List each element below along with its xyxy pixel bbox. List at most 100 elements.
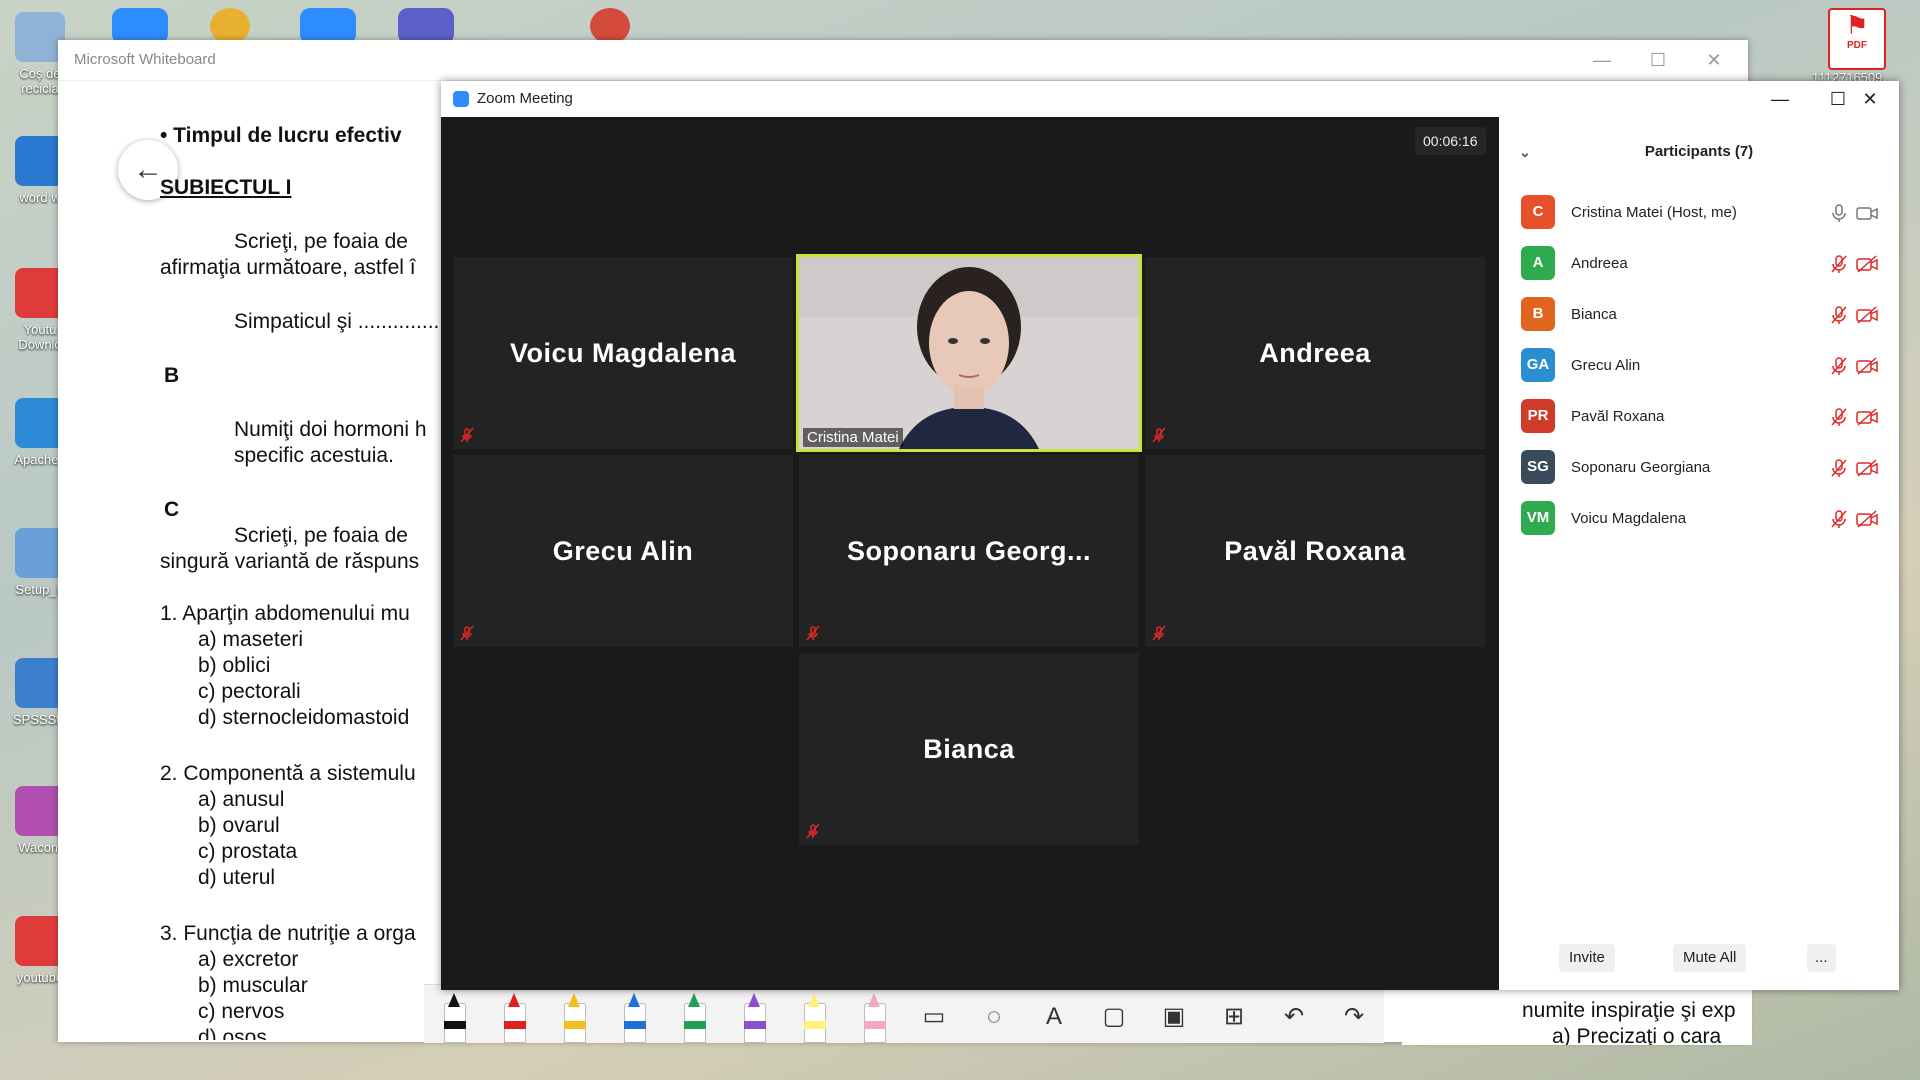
green-pen-icon[interactable] bbox=[679, 991, 709, 1043]
invite-button[interactable]: Invite bbox=[1559, 944, 1615, 972]
video-tile-active-speaker[interactable]: Cristina Matei bbox=[796, 254, 1142, 452]
add-icon[interactable]: ⊞ bbox=[1204, 991, 1264, 1043]
video-tile[interactable]: Grecu Alin bbox=[453, 455, 793, 647]
doc-line: SUBIECTUL I bbox=[160, 176, 292, 199]
participant-row[interactable]: GA Grecu Alin bbox=[1499, 340, 1899, 391]
video-off-icon[interactable] bbox=[1855, 254, 1879, 274]
mute-all-button[interactable]: Mute All bbox=[1673, 944, 1747, 972]
note-icon[interactable]: ▢ bbox=[1084, 991, 1144, 1043]
window-title: Zoom Meeting bbox=[477, 90, 573, 107]
doc-line: 2. Componentă a sistemulu bbox=[160, 762, 416, 785]
doc-line: a) excretor bbox=[198, 948, 299, 971]
video-tile[interactable]: Voicu Magdalena bbox=[453, 257, 793, 449]
chrome-icon[interactable] bbox=[590, 8, 630, 44]
chevron-down-icon[interactable]: ⌄ bbox=[1519, 117, 1531, 187]
muted-mic-icon bbox=[460, 625, 474, 641]
more-button[interactable]: ... bbox=[1807, 944, 1836, 972]
video-off-icon[interactable] bbox=[1855, 356, 1879, 376]
video-icon[interactable] bbox=[1855, 203, 1879, 223]
pen-color-band bbox=[504, 1021, 526, 1029]
black-pen-icon[interactable] bbox=[439, 991, 469, 1043]
ruler-icon[interactable]: ▭ bbox=[904, 991, 964, 1043]
minimize-button[interactable]: — bbox=[1751, 81, 1809, 117]
pen-tip bbox=[688, 993, 700, 1007]
blue-pen-icon[interactable] bbox=[619, 991, 649, 1043]
participant-row[interactable]: C Cristina Matei (Host, me) bbox=[1499, 187, 1899, 238]
participant-name: Grecu Alin bbox=[1571, 357, 1641, 374]
highlighter-icon[interactable] bbox=[799, 991, 829, 1043]
doc-line: b) ovarul bbox=[198, 814, 280, 837]
window-title: Microsoft Whiteboard bbox=[74, 51, 216, 68]
pen-tip bbox=[808, 993, 820, 1007]
close-button[interactable]: ✕ bbox=[1686, 40, 1742, 80]
participant-video bbox=[799, 257, 1139, 449]
participant-name: Voicu Magdalena bbox=[509, 337, 737, 368]
video-off-icon[interactable] bbox=[1855, 407, 1879, 427]
zoom-logo-icon bbox=[453, 91, 469, 107]
teams-icon[interactable] bbox=[398, 8, 454, 44]
doc-line: afirmaţia următoare, astfel î bbox=[160, 256, 416, 279]
image-icon[interactable]: ▣ bbox=[1144, 991, 1204, 1043]
doc-line: a) maseteri bbox=[198, 628, 304, 651]
maximize-button[interactable]: ☐ bbox=[1630, 40, 1686, 80]
participants-title: Participants (7) bbox=[1644, 143, 1754, 160]
participant-name: Andreea bbox=[1259, 337, 1371, 368]
participant-name: Bianca bbox=[1571, 306, 1617, 323]
participant-row[interactable]: B Bianca bbox=[1499, 289, 1899, 340]
participants-header: ⌄ Participants (7) bbox=[1499, 117, 1899, 187]
doc-line: 3. Funcţia de nutriţie a orga bbox=[160, 922, 416, 945]
video-off-icon[interactable] bbox=[1855, 305, 1879, 325]
participants-panel: ⌄ Participants (7) C Cristina Matei (Host… bbox=[1499, 117, 1899, 990]
video-off-icon[interactable] bbox=[1855, 458, 1879, 478]
undo-icon[interactable]: ↶ bbox=[1264, 991, 1324, 1043]
video-tile[interactable]: Soponaru Georg... bbox=[799, 455, 1139, 647]
pen-color-band bbox=[564, 1021, 586, 1029]
close-button[interactable]: ✕ bbox=[1841, 81, 1899, 117]
doc-line: c) prostata bbox=[198, 840, 298, 863]
purple-pen-icon[interactable] bbox=[739, 991, 769, 1043]
mic-icon[interactable] bbox=[1829, 203, 1849, 223]
pen-color-band bbox=[624, 1021, 646, 1029]
doc-line: a) Precizaţi o cara bbox=[1552, 1025, 1722, 1045]
muted-mic-icon[interactable] bbox=[1829, 356, 1849, 376]
video-tile[interactable]: Pavăl Roxana bbox=[1145, 455, 1485, 647]
doc-line: c) pectorali bbox=[198, 680, 301, 703]
pdf-file-icon[interactable]: ⚑ PDF bbox=[1828, 8, 1886, 70]
muted-mic-icon[interactable] bbox=[1829, 509, 1849, 529]
video-gallery: 00:06:16 Voicu Magdalena Cristina Matei … bbox=[441, 117, 1499, 990]
chrome-icon[interactable] bbox=[210, 8, 250, 44]
video-tile[interactable]: Andreea bbox=[1145, 257, 1485, 449]
participant-row[interactable]: A Andreea bbox=[1499, 238, 1899, 289]
redo-icon[interactable]: ↷ bbox=[1324, 991, 1384, 1043]
lasso-icon[interactable]: ◌ bbox=[964, 991, 1024, 1043]
muted-mic-icon[interactable] bbox=[1829, 305, 1849, 325]
muted-mic-icon bbox=[1152, 625, 1166, 641]
participant-row[interactable]: VM Voicu Magdalena bbox=[1499, 493, 1899, 544]
doc-line: b) oblici bbox=[198, 654, 271, 677]
avatar: B bbox=[1521, 297, 1555, 331]
doc-line: d) osos bbox=[198, 1026, 267, 1040]
pen-tip bbox=[508, 993, 520, 1007]
muted-mic-icon[interactable] bbox=[1829, 254, 1849, 274]
pen-color-band bbox=[744, 1021, 766, 1029]
participant-row[interactable]: PR Pavăl Roxana bbox=[1499, 391, 1899, 442]
participant-row[interactable]: SG Soponaru Georgiana bbox=[1499, 442, 1899, 493]
doc-line: singură variantă de răspuns bbox=[160, 550, 420, 573]
muted-mic-icon[interactable] bbox=[1829, 407, 1849, 427]
muted-mic-icon[interactable] bbox=[1829, 458, 1849, 478]
doc-line: numite inspiraţie şi exp bbox=[1522, 999, 1736, 1022]
participant-name: Soponaru Georgiana bbox=[1571, 459, 1711, 476]
minimize-button[interactable]: — bbox=[1574, 40, 1630, 80]
red-pen-icon[interactable] bbox=[499, 991, 529, 1043]
yellow-pen-icon[interactable] bbox=[559, 991, 589, 1043]
video-tile[interactable]: Bianca bbox=[799, 653, 1139, 845]
avatar: C bbox=[1521, 195, 1555, 229]
zoom-icon[interactable] bbox=[300, 8, 356, 44]
avatar: A bbox=[1521, 246, 1555, 280]
meeting-timer: 00:06:16 bbox=[1415, 127, 1486, 155]
video-off-icon[interactable] bbox=[1855, 509, 1879, 529]
doc-line: b) muscular bbox=[198, 974, 308, 997]
text-icon[interactable]: A bbox=[1024, 991, 1084, 1043]
eraser-icon[interactable] bbox=[859, 991, 889, 1043]
zoom-icon[interactable] bbox=[112, 8, 168, 44]
